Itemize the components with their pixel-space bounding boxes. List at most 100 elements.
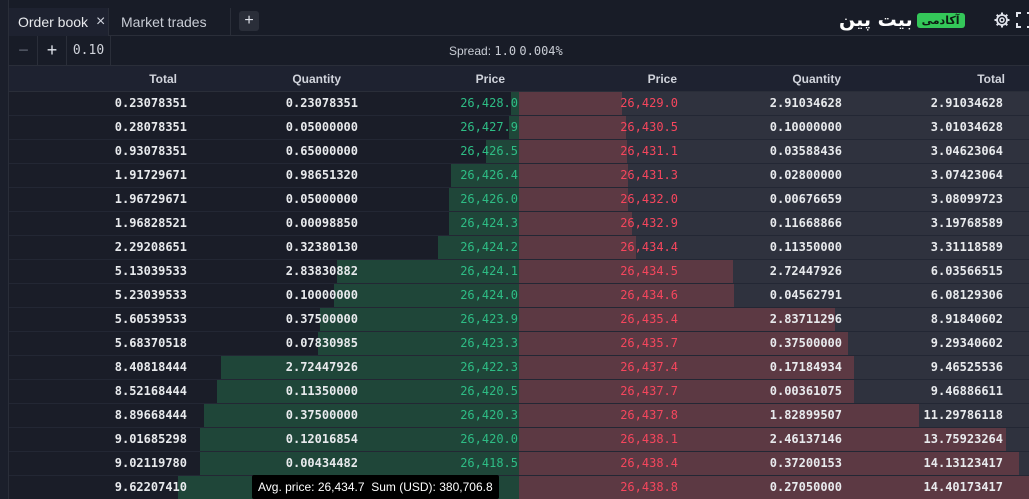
close-icon[interactable]: × — [96, 14, 105, 30]
table-row[interactable]: 1.96828521 0.00098850 26,424.3 26,432.9 0.11… — [9, 212, 1029, 236]
ask-depth-bar — [519, 92, 622, 115]
bid-total-cell: 1.96828521 — [114, 216, 187, 230]
bid-price-cell: 26,420.0 — [460, 432, 518, 446]
bid-quantity-cell: 0.32380130 — [285, 240, 358, 254]
ask-depth-bar — [519, 212, 632, 235]
bid-total-header: Total — [149, 72, 177, 86]
ask-depth-bar — [519, 164, 628, 187]
bid-price-cell: 26,420.5 — [460, 384, 518, 398]
ask-total-cell: 3.04623064 — [930, 144, 1003, 158]
bid-quantity-cell: 0.05000000 — [285, 120, 358, 134]
ask-total-header: Total — [977, 72, 1005, 86]
ask-quantity-cell: 0.03588436 — [769, 144, 842, 158]
plus-icon: + — [244, 12, 254, 29]
increase-step-button[interactable]: + — [38, 36, 67, 66]
table-row[interactable]: 0.28078351 0.05000000 26,427.9 26,430.5 0.10… — [9, 116, 1029, 140]
orderbook-header: Total Quantity Price Price Quantity Tota… — [9, 66, 1029, 92]
table-row[interactable]: 1.96729671 0.05000000 26,426.0 26,432.0 0.00… — [9, 188, 1029, 212]
ask-total-cell: 3.19768589 — [930, 216, 1003, 230]
table-row[interactable]: 2.29208651 0.32380130 26,424.2 26,434.4 0.11… — [9, 236, 1029, 260]
expand-icon[interactable] — [1016, 12, 1029, 28]
sum-usd-value: 380,706.8 — [439, 480, 493, 494]
ask-quantity-cell: 0.00676659 — [769, 192, 842, 206]
ask-total-cell: 11.29786118 — [923, 408, 1003, 422]
bid-total-cell: 8.40818444 — [114, 360, 187, 374]
ask-depth-bar — [519, 140, 627, 163]
ask-quantity-cell: 0.37500000 — [769, 336, 842, 350]
ask-quantity-header: Quantity — [792, 72, 841, 86]
bid-price-header: Price — [475, 72, 505, 86]
bid-price-cell: 26,422.3 — [460, 360, 518, 374]
table-row[interactable]: 0.23078351 0.23078351 26,428.0 26,429.0 2.91… — [9, 92, 1029, 116]
ask-total-cell: 9.29340602 — [930, 336, 1003, 350]
depth-tooltip: Avg. price: 26,434.7 Sum (USD): 380,706.… — [252, 475, 499, 499]
table-row[interactable]: 8.40818444 2.72447926 26,422.3 26,437.4 0.17… — [9, 356, 1029, 380]
tab-bar: Order book × Market trades + بیت پین آکا… — [9, 0, 1029, 36]
add-tab-button[interactable]: + — [239, 11, 259, 31]
avg-price-value: 26,434.7 — [317, 480, 365, 494]
ask-price-cell: 26,437.4 — [620, 360, 678, 374]
table-row[interactable]: 5.60539533 0.37500000 26,423.9 26,435.4 2.83… — [9, 308, 1029, 332]
ask-quantity-cell: 0.02800000 — [769, 168, 842, 182]
ask-depth-bar — [519, 236, 636, 259]
spread-percent: 0.004% — [519, 44, 563, 58]
ask-quantity-cell: 2.46137146 — [769, 432, 842, 446]
ask-quantity-cell: 0.10000000 — [769, 120, 842, 134]
ask-price-cell: 26,434.6 — [620, 288, 678, 302]
table-row[interactable]: 8.89668444 0.37500000 26,420.3 26,437.8 1.82… — [9, 404, 1029, 428]
table-row[interactable]: 9.02119780 0.00434482 26,418.5 26,438.4 0.37… — [9, 452, 1029, 476]
ask-price-header: Price — [647, 72, 677, 86]
ask-price-cell: 26,432.9 — [620, 216, 678, 230]
gear-icon[interactable] — [994, 12, 1010, 28]
bid-row-background — [9, 116, 519, 139]
bid-total-cell: 1.96729671 — [114, 192, 187, 206]
bid-row-background — [9, 164, 519, 187]
bid-total-cell: 2.29208651 — [114, 240, 187, 254]
decrease-step-button[interactable]: − — [10, 36, 38, 66]
bid-quantity-cell: 0.00098850 — [285, 216, 358, 230]
ask-total-cell: 2.91034628 — [930, 96, 1003, 110]
ask-total-cell: 3.07423064 — [930, 168, 1003, 182]
bid-quantity-cell: 0.10000000 — [285, 288, 358, 302]
ask-total-cell: 3.01034628 — [930, 120, 1003, 134]
table-row[interactable]: 5.13039533 2.83830882 26,424.1 26,434.5 2.72… — [9, 260, 1029, 284]
bid-total-cell: 5.13039533 — [114, 264, 187, 278]
table-row[interactable]: 5.68370518 0.07830985 26,423.3 26,435.7 0.37… — [9, 332, 1029, 356]
ask-price-cell: 26,429.0 — [620, 96, 678, 110]
bid-row-background — [9, 188, 519, 211]
bid-total-cell: 5.68370518 — [114, 336, 187, 350]
bid-row-background — [9, 140, 519, 163]
ask-depth-bar — [519, 404, 919, 427]
bid-price-cell: 26,426.4 — [460, 168, 518, 182]
ask-quantity-cell: 1.82899507 — [769, 408, 842, 422]
bid-price-cell: 26,424.2 — [460, 240, 518, 254]
ask-price-cell: 26,434.5 — [620, 264, 678, 278]
bid-total-cell: 5.23039533 — [114, 288, 187, 302]
bid-quantity-cell: 0.07830985 — [285, 336, 358, 350]
ask-price-cell: 26,438.4 — [620, 456, 678, 470]
table-row[interactable]: 9.01685298 0.12016854 26,420.0 26,438.1 2.46… — [9, 428, 1029, 452]
table-row[interactable]: 0.93078351 0.65000000 26,426.5 26,431.1 0.03… — [9, 140, 1029, 164]
table-row[interactable]: 5.23039533 0.10000000 26,424.0 26,434.6 0.04… — [9, 284, 1029, 308]
table-row[interactable]: 8.52168444 0.11350000 26,420.5 26,437.7 0.00… — [9, 380, 1029, 404]
bid-total-cell: 9.02119780 — [114, 456, 187, 470]
bid-quantity-cell: 0.12016854 — [285, 432, 358, 446]
tab-market-trades[interactable]: Market trades — [109, 8, 231, 36]
ask-price-cell: 26,438.1 — [620, 432, 678, 446]
ask-quantity-cell: 0.04562791 — [769, 288, 842, 302]
bid-price-cell: 26,426.0 — [460, 192, 518, 206]
bid-row-background — [9, 212, 519, 235]
bid-quantity-cell: 0.00434482 — [285, 456, 358, 470]
price-step-value[interactable]: 0.10 — [67, 36, 111, 66]
tab-order-book[interactable]: Order book × — [9, 8, 109, 36]
ask-total-cell: 6.03566515 — [930, 264, 1003, 278]
table-row[interactable]: 9.62207410 26,438.8 0.27050000 14.40173417 — [9, 476, 1029, 499]
ask-quantity-cell: 2.91034628 — [769, 96, 842, 110]
bid-quantity-header: Quantity — [292, 72, 341, 86]
orderbook-toolbar: − + 0.10 Spread: 1.0 0.004% — [9, 36, 1029, 66]
ask-price-cell: 26,438.8 — [620, 480, 678, 494]
bid-price-cell: 26,420.3 — [460, 408, 518, 422]
bid-quantity-cell: 0.23078351 — [285, 96, 358, 110]
bid-total-cell: 9.62207410 — [114, 480, 187, 494]
table-row[interactable]: 1.91729671 0.98651320 26,426.4 26,431.3 0.02… — [9, 164, 1029, 188]
